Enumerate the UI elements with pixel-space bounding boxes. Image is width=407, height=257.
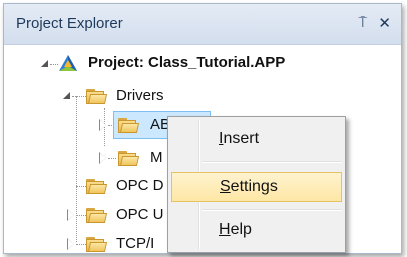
menu-item-help[interactable]: Help [171,215,342,245]
project-icon [58,54,78,72]
menu-item-settings[interactable]: Settings [171,172,342,202]
tree-label-opc-d: OPC D [116,177,164,194]
panel-titlebar: Project Explorer ⍑ ✕ [4,4,401,45]
tree-connector [76,215,86,216]
folder-icon [118,150,140,166]
folder-icon [86,178,108,194]
panel-title: Project Explorer [16,15,123,32]
menu-item-label: Help [219,221,252,238]
tree-connector [76,244,86,245]
expand-arrow-icon[interactable] [66,238,76,250]
expand-arrow-icon[interactable] [98,152,108,164]
tree-connector [50,64,58,65]
menu-item-label: Insert [219,130,260,147]
tree-label-opc-u: OPC U [116,206,164,223]
folder-icon [86,207,108,223]
folder-icon [86,236,108,252]
menu-item-insert[interactable]: Insert [171,124,342,154]
collapse-arrow-icon[interactable] [62,91,72,101]
tree-connector [72,96,86,97]
folder-icon [86,88,108,104]
expand-arrow-icon[interactable] [98,119,108,131]
tree-label-tcp: TCP/I [116,235,155,252]
tree-label-project: Project: Class_Tutorial.APP [88,54,286,71]
close-icon[interactable]: ✕ [378,14,391,32]
tree-label-drivers: Drivers [116,87,164,104]
collapse-arrow-icon[interactable] [40,59,50,69]
expand-arrow-icon[interactable] [66,209,76,221]
menu-separator [202,209,342,211]
tree-label-m: M [150,149,163,166]
context-menu: Insert Settings Help [167,116,346,253]
tree-node-drivers[interactable]: Drivers [4,84,394,108]
tree-connector [108,158,116,159]
folder-icon [118,117,140,133]
menu-separator [202,161,342,163]
menu-item-label: Settings [220,178,278,195]
tree-node-project[interactable]: Project: Class_Tutorial.APP [4,52,394,76]
pin-icon[interactable]: ⍑ [359,14,367,31]
